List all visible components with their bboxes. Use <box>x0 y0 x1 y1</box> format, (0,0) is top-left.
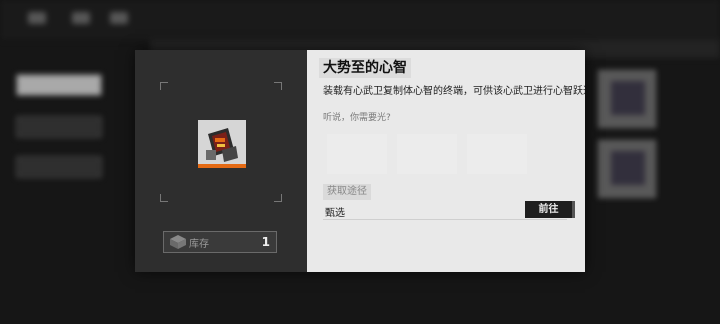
stock-label: 库存 <box>189 238 209 250</box>
background-pattern <box>327 134 387 174</box>
frame-corner <box>160 82 168 90</box>
item-flavor-text: 听说，你需要光? <box>323 113 391 123</box>
terminal-chip-icon <box>198 120 246 168</box>
item-preview-pane: 库存 1 <box>135 50 307 272</box>
item-info-pane: 大势至的心智 装载有心武卫复制体心智的终端，可供该心武卫进行心智跃迁。 听说，你… <box>307 50 585 272</box>
stock-count: 1 <box>261 235 270 249</box>
acquire-route-label: 获取途径 <box>323 184 371 200</box>
stock-counter: 库存 1 <box>163 231 277 253</box>
frame-corner <box>160 194 168 202</box>
background-pattern <box>397 134 457 174</box>
frame-corner <box>274 194 282 202</box>
item-title: 大势至的心智 <box>319 58 411 78</box>
frame-corner <box>274 82 282 90</box>
item-detail-dialog: 库存 1 大势至的心智 装载有心武卫复制体心智的终端，可供该心武卫进行心智跃迁。… <box>135 50 585 272</box>
background-pattern <box>467 134 527 174</box>
go-button[interactable]: 前往 <box>525 201 575 218</box>
item-description: 装载有心武卫复制体心智的终端，可供该心武卫进行心智跃迁。 <box>323 86 585 97</box>
box-icon <box>169 234 187 250</box>
route-name: 甄选 <box>325 208 345 219</box>
